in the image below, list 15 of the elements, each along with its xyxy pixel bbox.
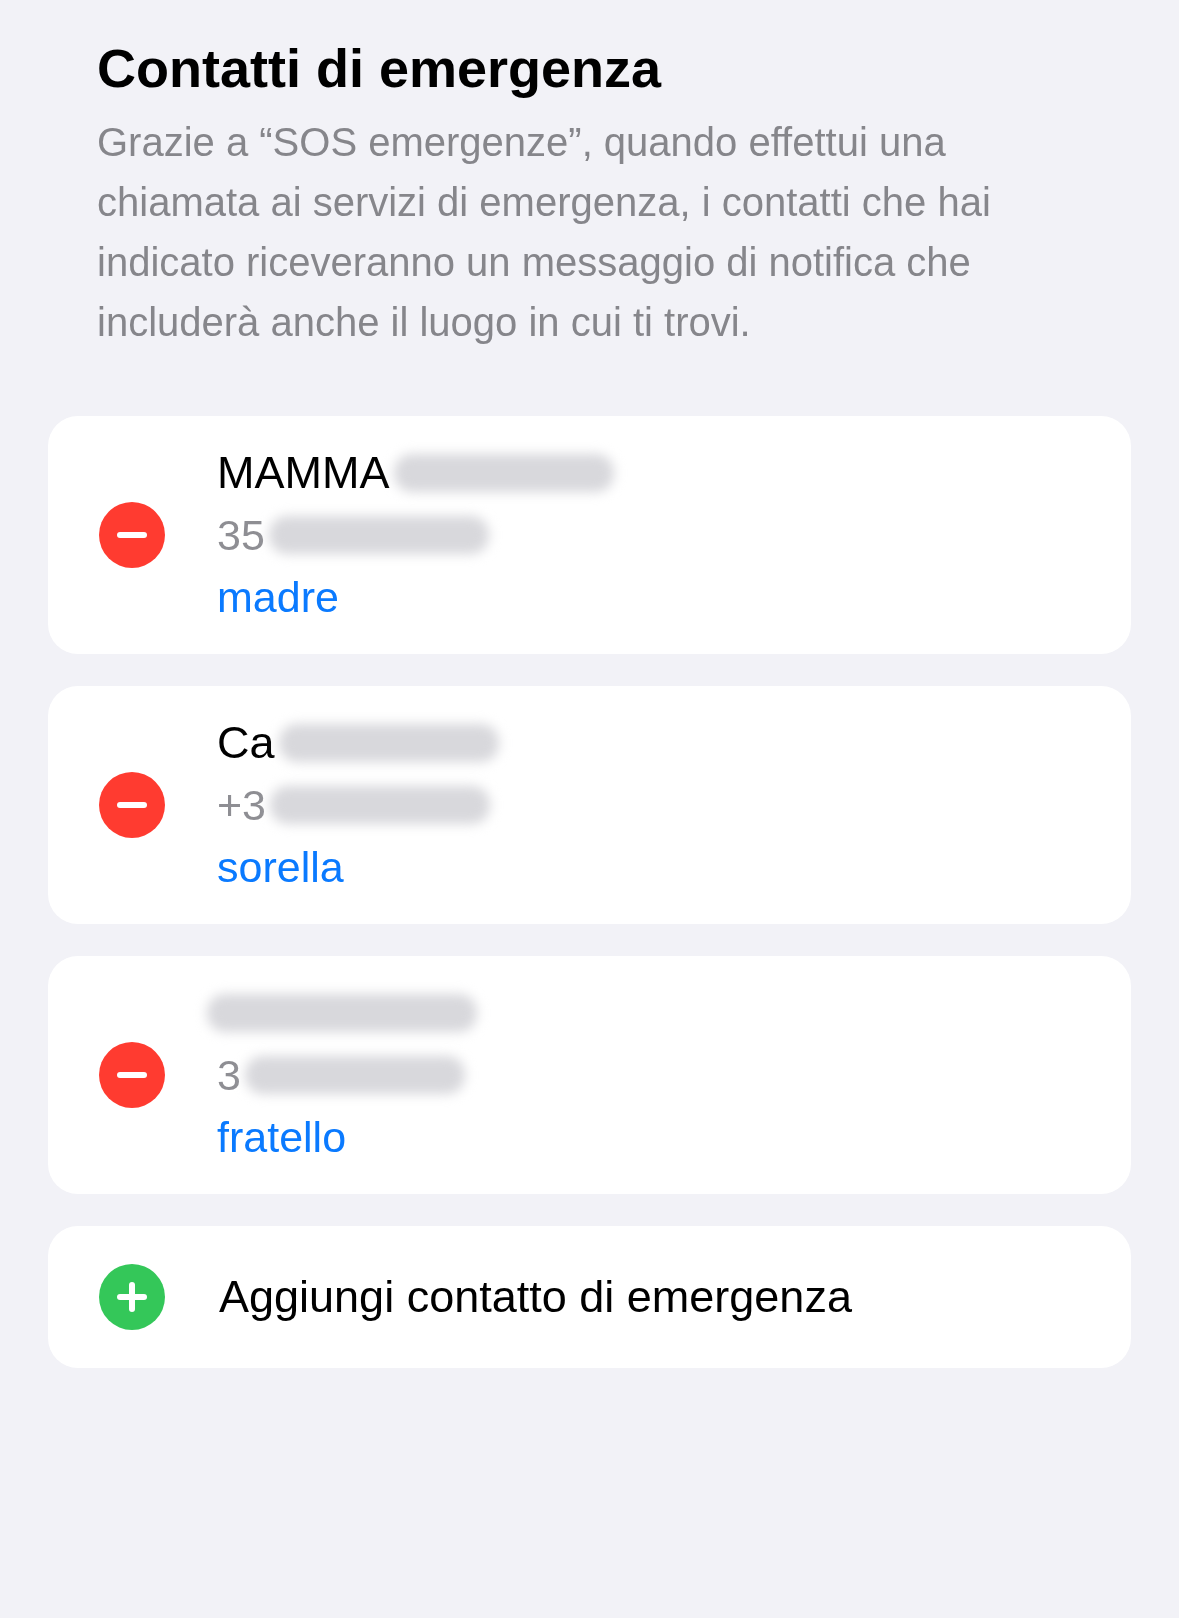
remove-icon[interactable] [99,772,165,838]
relationship-label[interactable]: madre [217,566,614,628]
description-text: Grazie a “SOS emergenze”, quando effettui una chiamata ai servizi di emergenza, i contatti che hai indicato riceveranno un messaggio di notifica che includerà anche il luogo in cui ti trovi. [97,119,992,346]
phone-number: 35 [217,510,265,560]
phone-number: 3 [217,1050,241,1100]
contact-name: Ca [217,717,275,769]
remove-icon[interactable] [99,1042,165,1108]
remove-icon[interactable] [99,502,165,568]
section-title: Contatti di emergenza [97,37,663,100]
add-contact-button[interactable]: Aggiungi contatto di emergenza [48,1226,1131,1368]
phone-number: +3 [217,780,267,830]
relationship-label[interactable]: fratello [217,1106,477,1168]
add-icon [99,1264,165,1330]
relationship-label[interactable]: sorella [217,836,499,898]
contact-name: MAMMA [217,447,390,499]
